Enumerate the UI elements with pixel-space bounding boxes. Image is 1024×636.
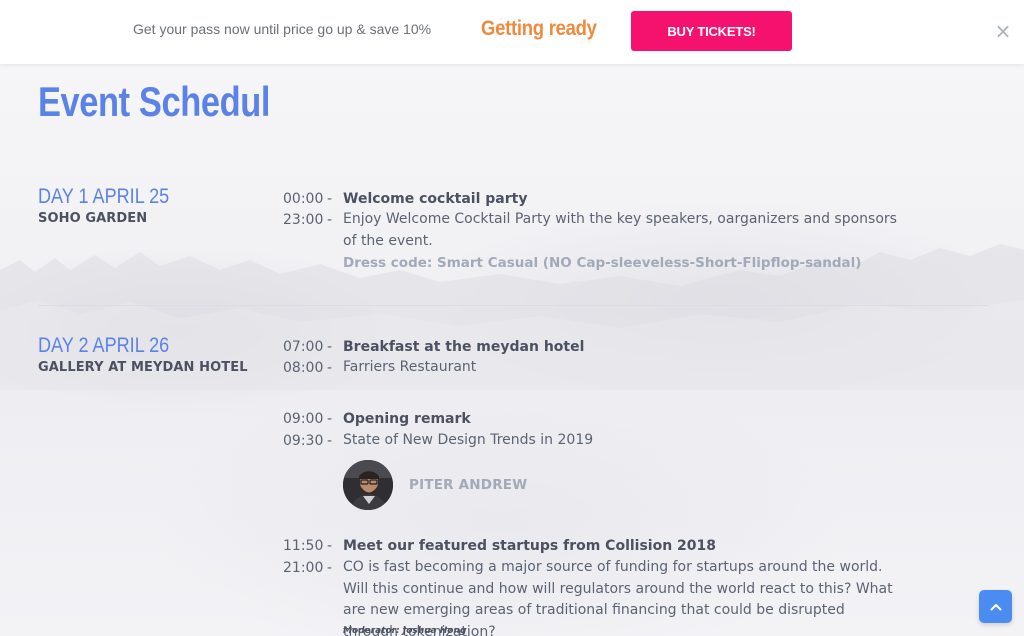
buy-tickets-button[interactable]: BUY TICKETS! — [631, 11, 792, 51]
day-1-venue: SOHO GARDEN — [38, 211, 148, 226]
time-dash: - — [327, 538, 333, 554]
event-description: CO is fast becoming a major source of fu… — [343, 559, 893, 636]
status-text: Getting ready — [481, 17, 597, 40]
event-title: Breakfast at the meydan hotel — [343, 339, 585, 355]
event-end-time: 09:30 — [283, 433, 324, 449]
event-start-time: 11:50 — [283, 538, 324, 554]
scroll-to-top-button[interactable] — [979, 590, 1012, 623]
event-start-time: 07:00 — [283, 339, 324, 355]
event-title: Opening remark — [343, 411, 471, 427]
page-title: Event Schedul — [38, 78, 270, 125]
event-description: Enjoy Welcome Cocktail Party with the ke… — [343, 211, 897, 249]
event-end-time: 21:00 — [283, 560, 324, 576]
event-start-time: 00:00 — [283, 191, 324, 207]
time-dash: - — [327, 339, 333, 355]
event-description: Farriers Restaurant — [343, 359, 477, 375]
time-dash: - — [327, 212, 333, 228]
close-icon[interactable]: × — [994, 20, 1012, 42]
chevron-up-icon — [990, 603, 1001, 610]
promo-text: Get your pass now until price go up & sa… — [133, 21, 432, 37]
event-title: Meet our featured startups from Collisio… — [343, 538, 717, 554]
event-moderator: Moderator: Joshua Hong — [343, 626, 467, 636]
event-end-time: 08:00 — [283, 360, 324, 376]
day-divider — [38, 305, 988, 306]
time-dash: - — [327, 411, 333, 427]
time-dash: - — [327, 360, 333, 376]
promo-bar: Get your pass now until price go up & sa… — [0, 0, 1024, 64]
speaker-name[interactable]: PITER ANDREW — [409, 477, 527, 493]
day-1-title: DAY 1 APRIL 25 — [38, 185, 170, 208]
event-start-time: 09:00 — [283, 411, 324, 427]
dress-code: Dress code: Smart Casual (NO Cap-sleevel… — [343, 255, 862, 271]
day-2-title: DAY 2 APRIL 26 — [38, 334, 170, 357]
speaker-avatar[interactable] — [343, 460, 393, 510]
event-title: Welcome cocktail party — [343, 191, 528, 207]
time-dash: - — [327, 191, 333, 207]
event-end-time: 23:00 — [283, 212, 324, 228]
day-2-venue: GALLERY AT MEYDAN HOTEL — [38, 360, 248, 375]
time-dash: - — [327, 433, 333, 449]
time-dash: - — [327, 560, 333, 576]
event-description: State of New Design Trends in 2019 — [343, 432, 594, 448]
